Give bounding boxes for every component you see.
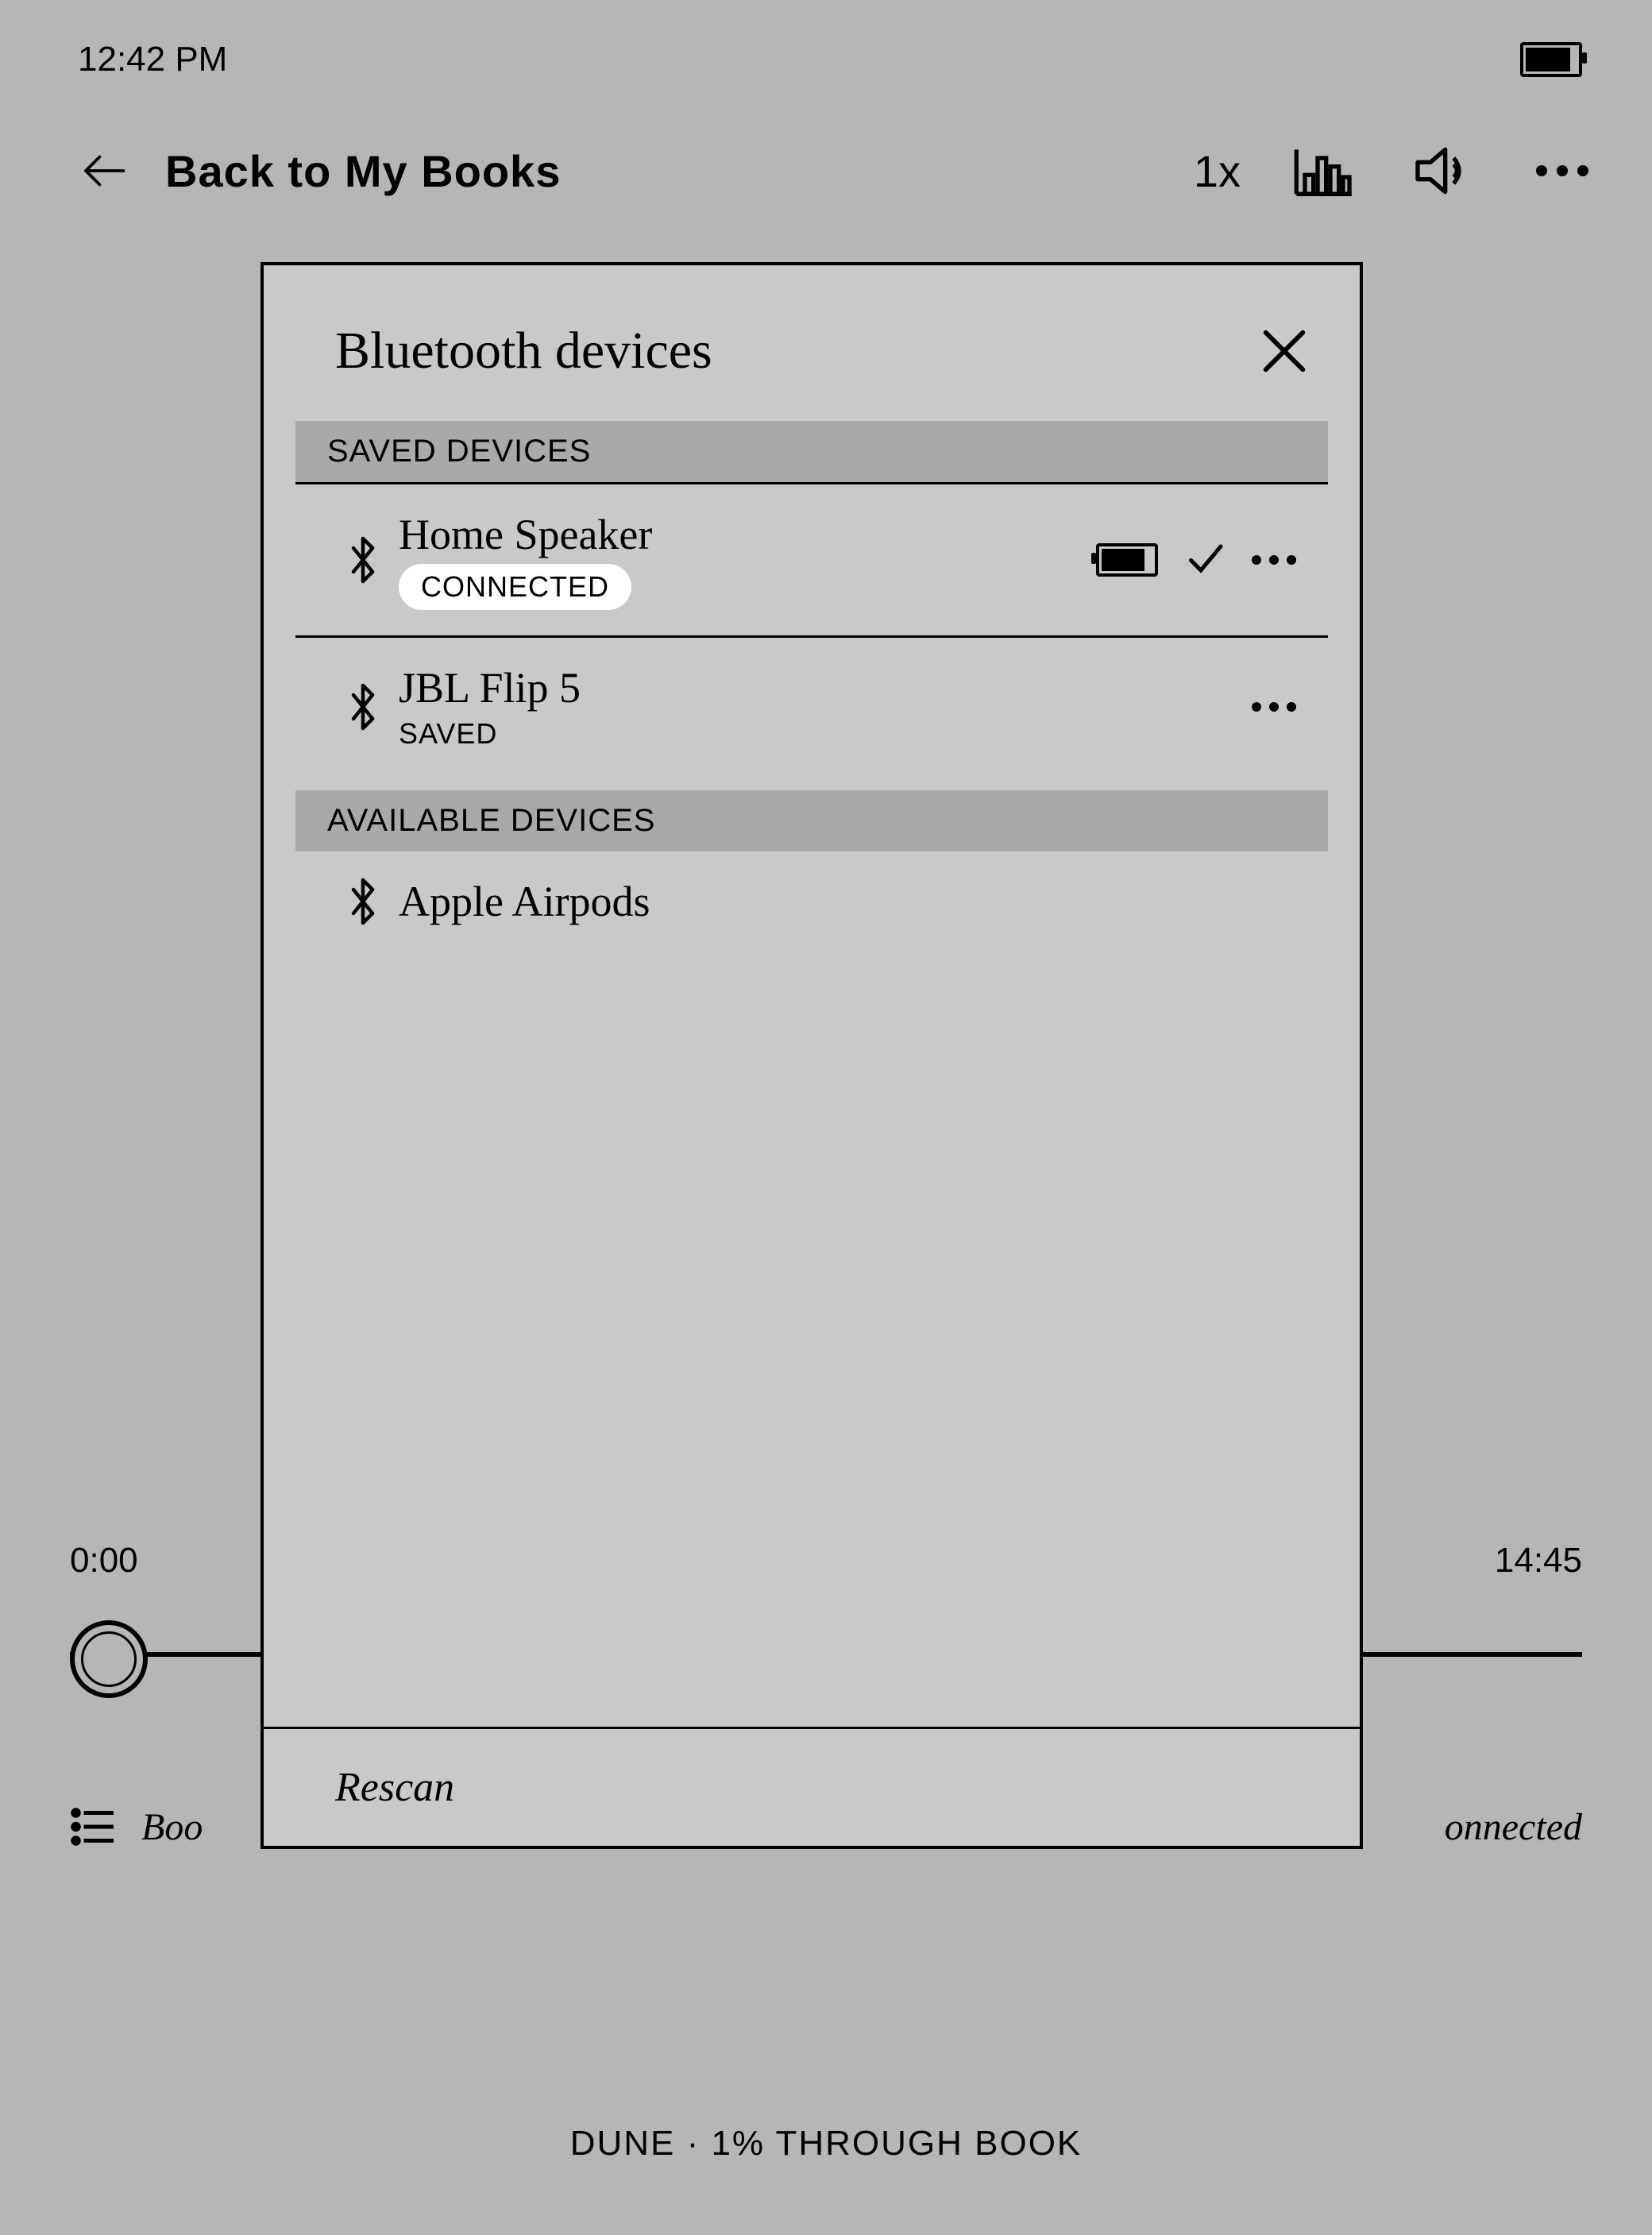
device-more-icon[interactable] (1252, 555, 1296, 565)
equalizer-icon[interactable] (1288, 135, 1360, 207)
available-devices-header: AVAILABLE DEVICES (295, 790, 1328, 851)
time-elapsed: 0:00 (70, 1541, 138, 1581)
device-row[interactable]: Home Speaker CONNECTED (295, 484, 1328, 638)
device-row[interactable]: Apple Airpods (295, 851, 1328, 952)
bluetooth-modal: Bluetooth devices SAVED DEVICES Home Spe… (261, 262, 1363, 1849)
back-arrow-icon[interactable] (78, 143, 133, 199)
playback-speed[interactable]: 1x (1194, 145, 1241, 197)
device-name: JBL Flip 5 (399, 663, 740, 712)
toc-icon[interactable] (70, 1803, 118, 1851)
toolbar: Back to My Books 1x (6, 127, 1646, 214)
time-remaining: 14:45 (1495, 1541, 1582, 1581)
device-status: CONNECTED (399, 564, 631, 610)
footer-progress: DUNE · 1% THROUGH BOOK (6, 2124, 1646, 2164)
modal-title: Bluetooth devices (335, 321, 712, 381)
bluetooth-icon (327, 683, 399, 731)
device-more-icon[interactable] (1252, 702, 1296, 712)
speaker-icon[interactable] (1407, 135, 1479, 207)
bottom-left-text: Boo (141, 1805, 203, 1849)
check-icon (1185, 538, 1225, 582)
device-name: Apple Airpods (399, 877, 740, 926)
progress-knob[interactable] (70, 1620, 148, 1698)
clock: 12:42 PM (78, 40, 227, 79)
device-name: Home Speaker (399, 510, 740, 559)
status-bar: 12:42 PM (6, 32, 1646, 87)
bottom-right-text: onnected (1445, 1805, 1582, 1849)
bluetooth-icon (327, 536, 399, 584)
battery-icon (1520, 42, 1582, 77)
more-menu-icon[interactable] (1527, 135, 1598, 207)
bluetooth-icon (327, 878, 399, 925)
saved-devices-header: SAVED DEVICES (295, 421, 1328, 484)
device-row[interactable]: JBL Flip 5 SAVED (295, 638, 1328, 776)
back-label[interactable]: Back to My Books (165, 145, 561, 197)
close-icon[interactable] (1256, 323, 1312, 379)
device-battery-icon (1096, 543, 1158, 577)
device-status: SAVED (399, 717, 740, 751)
rescan-button[interactable]: Rescan (264, 1727, 1360, 1846)
